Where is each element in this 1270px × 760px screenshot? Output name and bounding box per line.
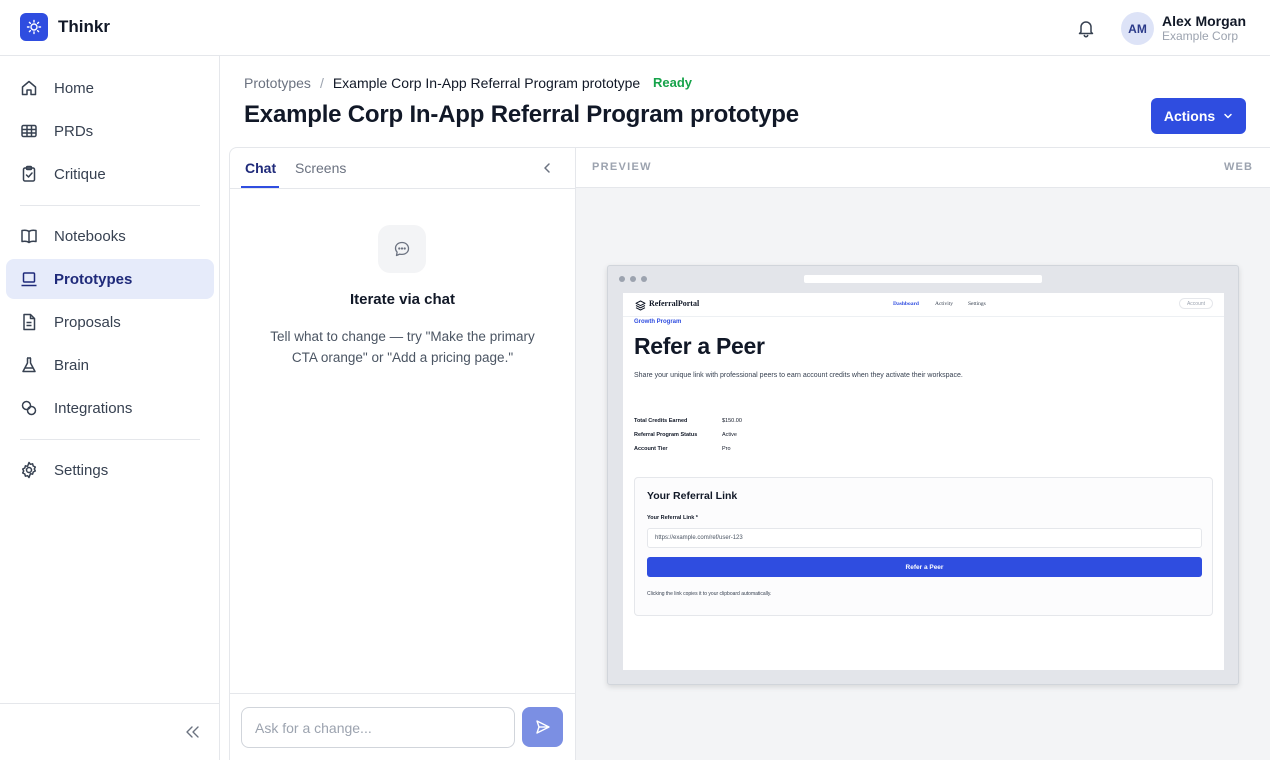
send-button[interactable] [522, 707, 563, 747]
sidebar-item-label: Prototypes [54, 270, 133, 288]
preview-header: PREVIEW WEB [576, 148, 1270, 188]
empty-state-description: Tell what to change — try "Make the prim… [270, 329, 535, 365]
top-bar: Thinkr AM Alex Morgan Example Corp [0, 0, 1270, 56]
link-icon [20, 399, 38, 417]
layers-icon [635, 298, 646, 311]
site-nav-settings[interactable]: Settings [968, 301, 986, 307]
referral-hint: Clicking the link copies it to your clip… [647, 591, 772, 597]
sidebar: Home PRDs Critique Notebooks Prototypes … [0, 56, 220, 760]
sidebar-item-label: Critique [54, 165, 106, 183]
breadcrumb-separator: / [319, 75, 324, 91]
chat-composer [230, 693, 575, 760]
logo-icon[interactable] [20, 13, 48, 41]
active-tab-indicator [241, 186, 279, 188]
book-open-icon [20, 227, 38, 245]
stat-value: Pro [722, 446, 731, 452]
sidebar-item-notebooks[interactable]: Notebooks [6, 216, 214, 256]
window-dot [619, 276, 625, 282]
actions-button[interactable]: Actions [1151, 98, 1246, 134]
sidebar-item-label: Notebooks [54, 227, 126, 245]
site-heading: Refer a Peer [634, 333, 765, 359]
site-description: Share your unique link with professional… [634, 372, 963, 379]
gear-icon [20, 461, 38, 479]
preview-page: ReferralPortal Dashboard Activity Settin… [623, 293, 1224, 670]
preview-label: PREVIEW [592, 161, 652, 173]
home-icon [20, 79, 38, 97]
send-icon [535, 719, 551, 735]
chat-tabs: Chat Screens [230, 148, 575, 189]
sidebar-item-critique[interactable]: Critique [6, 154, 214, 194]
preview-panel: PREVIEW WEB ReferralPortal Dashboard Act… [576, 147, 1270, 760]
chat-bubble-icon [378, 225, 426, 273]
stat-value: $150.00 [722, 418, 742, 424]
stat-label: Referral Program Status [634, 432, 698, 438]
tab-chat[interactable]: Chat [245, 160, 276, 176]
sidebar-footer-divider [0, 703, 220, 704]
window-dot [641, 276, 647, 282]
actions-label: Actions [1163, 108, 1216, 124]
sidebar-divider [20, 205, 200, 206]
sidebar-item-label: PRDs [54, 122, 94, 140]
site-eyebrow: Growth Program [634, 319, 682, 325]
avatar[interactable]: AM [1121, 12, 1154, 45]
collapse-sidebar-icon[interactable] [182, 723, 202, 741]
breadcrumb: Prototypes / Example Corp In-App Referra… [244, 75, 640, 91]
refer-peer-button[interactable]: Refer a Peer [647, 557, 1202, 577]
site-nav-dashboard[interactable]: Dashboard [893, 301, 919, 307]
chevron-down-icon [1223, 112, 1233, 120]
flask-icon [20, 356, 38, 374]
referral-card: Your Referral Link Your Referral Link * … [634, 477, 1213, 616]
bell-icon[interactable] [1075, 17, 1097, 39]
sidebar-item-settings[interactable]: Settings [6, 450, 214, 490]
preview-mode-label[interactable]: WEB [1224, 161, 1253, 173]
sidebar-item-label: Settings [54, 461, 109, 479]
sidebar-item-brain[interactable]: Brain [6, 345, 214, 385]
sidebar-item-home[interactable]: Home [6, 68, 214, 108]
laptop-icon [20, 270, 38, 288]
clipboard-check-icon [20, 165, 38, 183]
stat-label: Total Credits Earned [634, 418, 688, 424]
sidebar-item-label: Proposals [54, 313, 121, 331]
referral-card-title: Your Referral Link [647, 490, 738, 502]
document-icon [20, 313, 38, 331]
site-account-button[interactable]: Account [1179, 298, 1213, 309]
stat-label: Account Tier [634, 446, 668, 452]
sidebar-item-label: Home [54, 79, 95, 97]
table-icon [20, 122, 38, 140]
sidebar-item-prototypes[interactable]: Prototypes [6, 259, 214, 299]
site-brand: ReferralPortal [649, 299, 700, 308]
chevron-left-icon[interactable] [541, 161, 553, 175]
sidebar-item-prds[interactable]: PRDs [6, 111, 214, 151]
window-dot [630, 276, 636, 282]
chat-input[interactable] [241, 707, 515, 748]
empty-state-title: Iterate via chat [349, 291, 456, 308]
browser-frame: ReferralPortal Dashboard Activity Settin… [607, 265, 1239, 685]
site-nav: ReferralPortal Dashboard Activity Settin… [623, 293, 1224, 317]
chat-panel: Chat Screens Iterate via chat Tell what … [229, 147, 576, 760]
referral-link-field[interactable]: https://example.com/ref/user-123 [647, 528, 1202, 548]
sidebar-divider [20, 439, 200, 440]
status-badge: Ready [653, 75, 693, 90]
sidebar-item-label: Integrations [54, 399, 133, 417]
stat-value: Active [722, 432, 737, 438]
user-org: Example Corp [1162, 29, 1239, 43]
page-title: Example Corp In-App Referral Program pro… [244, 101, 799, 128]
referral-link-label: Your Referral Link * [647, 515, 698, 521]
url-bar [804, 275, 1042, 283]
app-name: Thinkr [58, 17, 110, 36]
user-name: Alex Morgan [1162, 13, 1247, 29]
breadcrumb-current: Example Corp In-App Referral Program pro… [332, 75, 641, 91]
breadcrumb-prototypes-link[interactable]: Prototypes [244, 75, 311, 91]
sidebar-item-label: Brain [54, 356, 90, 374]
site-nav-activity[interactable]: Activity [935, 301, 953, 307]
tab-screens[interactable]: Screens [295, 160, 346, 176]
sidebar-item-proposals[interactable]: Proposals [6, 302, 214, 342]
sidebar-item-integrations[interactable]: Integrations [6, 388, 214, 428]
